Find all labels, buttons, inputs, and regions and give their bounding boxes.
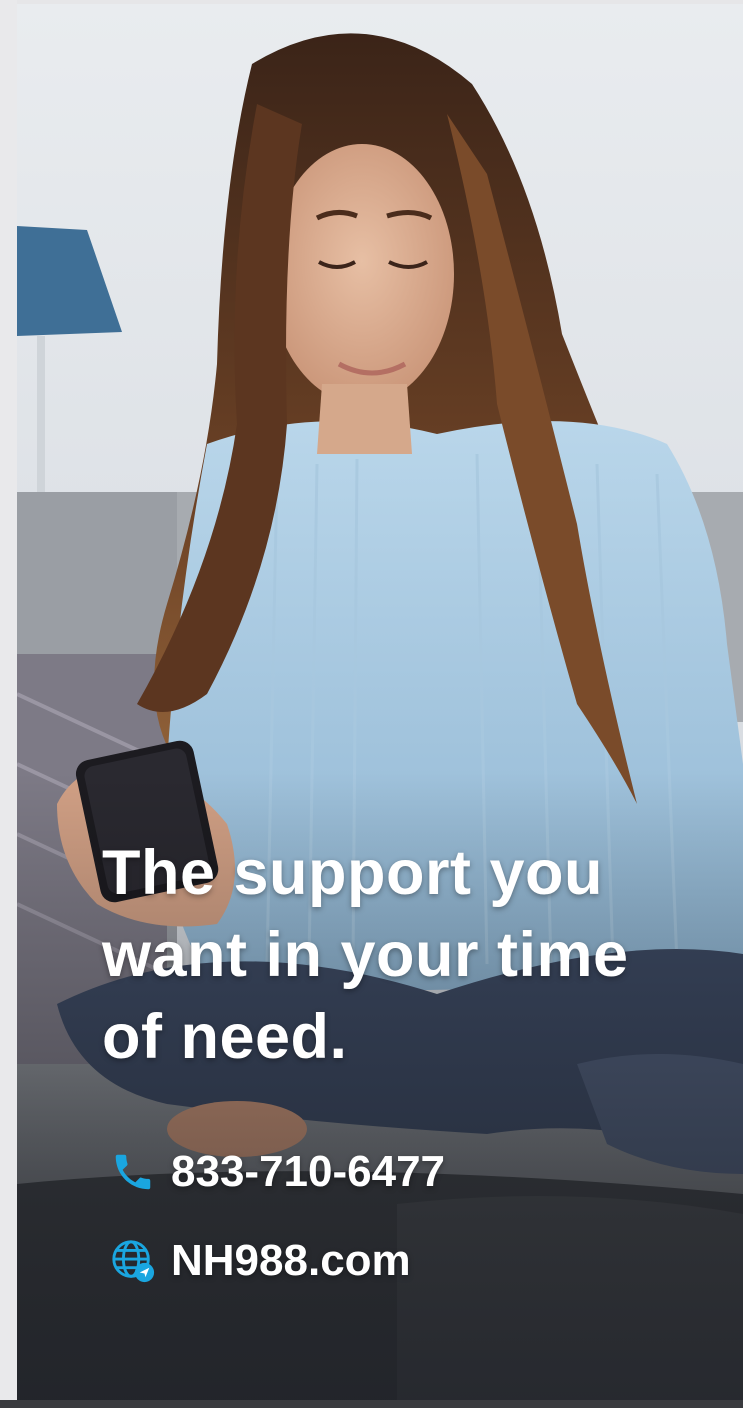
bottom-bar — [0, 1400, 743, 1408]
phone-contact[interactable]: 833-710-6477 — [109, 1147, 445, 1197]
headline: The support you want in your time of nee… — [102, 832, 702, 1078]
headline-line-2: want in your time — [102, 920, 629, 990]
page-frame: The support you want in your time of nee… — [0, 0, 743, 1408]
globe-icon — [109, 1237, 157, 1285]
website-url[interactable]: NH988.com — [171, 1236, 411, 1286]
phone-icon — [109, 1148, 157, 1196]
phone-number[interactable]: 833-710-6477 — [171, 1147, 445, 1197]
left-margin-strip — [0, 0, 17, 1408]
headline-line-3: of need. — [102, 1002, 348, 1072]
headline-line-1: The support you — [102, 838, 603, 908]
website-contact[interactable]: NH988.com — [109, 1236, 411, 1286]
ad-banner: The support you want in your time of nee… — [17, 4, 743, 1400]
